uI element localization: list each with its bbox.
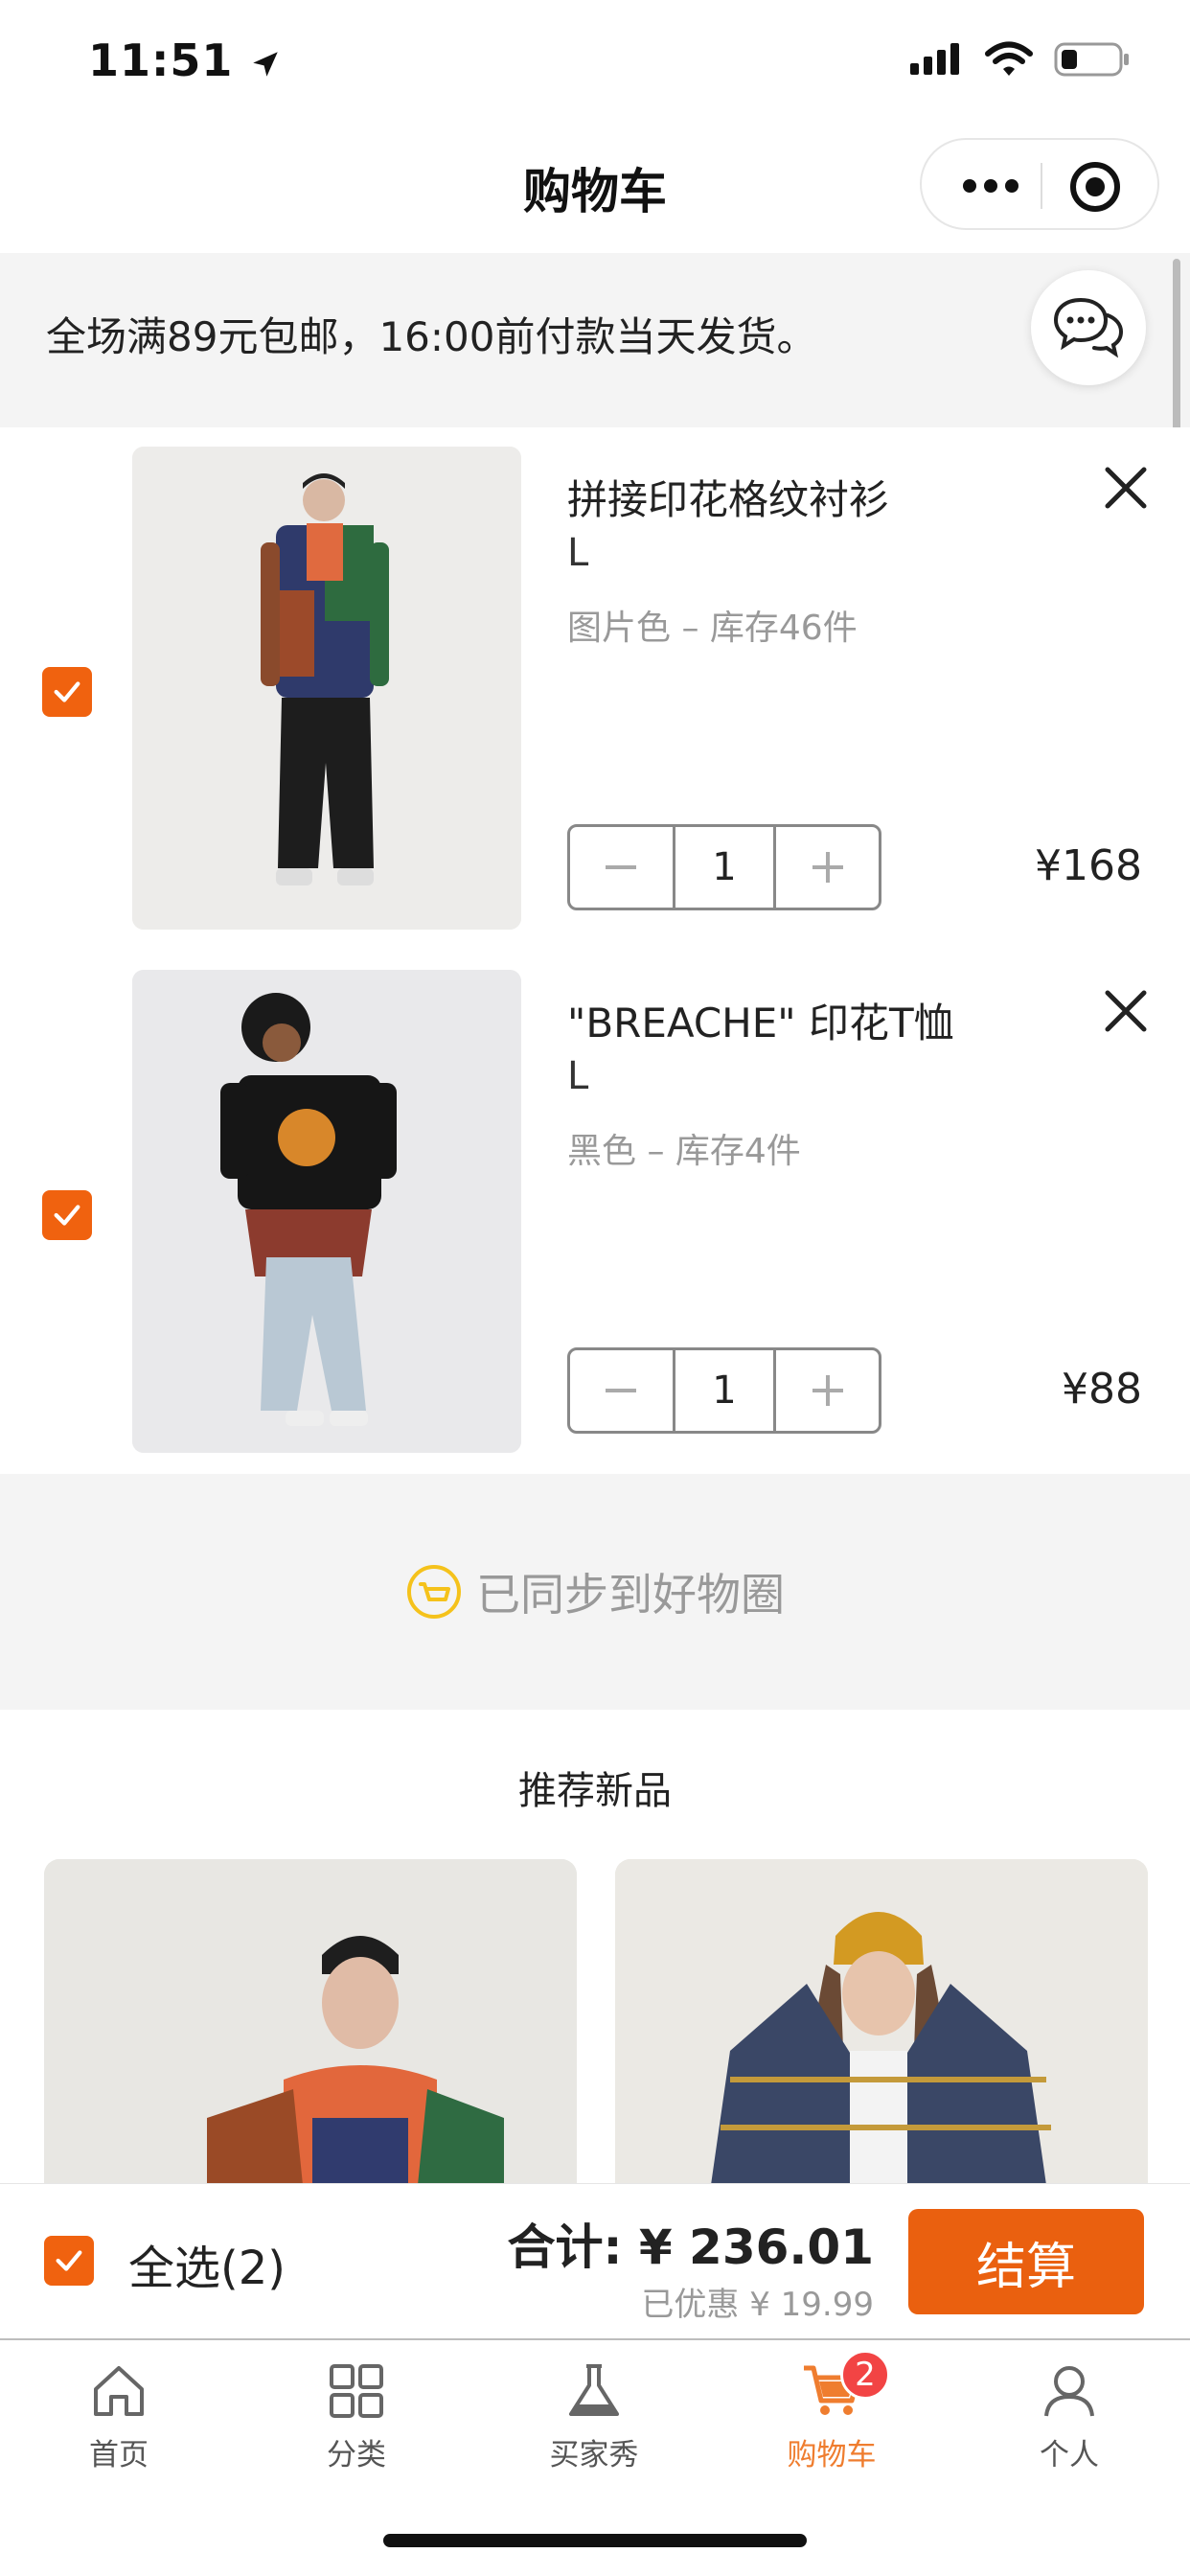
recommend-title: 推荐新品 (518, 1769, 672, 1813)
home-icon (85, 2358, 152, 2425)
recommend-product-card[interactable] (615, 1859, 1148, 2185)
more-dot-icon (984, 179, 997, 193)
cart-icon: 2 (798, 2350, 890, 2425)
good-things-circle-icon (407, 1565, 461, 1619)
quantity-value[interactable]: 1 (672, 827, 777, 908)
wifi-icon (985, 41, 1033, 76)
status-time: 11:51 (88, 34, 282, 86)
total-price: 合计: ¥ 236.01 (507, 2220, 874, 2275)
item-spec: 黑色 – 库存4件 (567, 1132, 801, 1171)
tab-label: 分类 (327, 2438, 386, 2472)
checkmark-icon (56, 2250, 82, 2271)
notice-text: 全场满89元包邮，16:00前付款当天发货。 (46, 313, 817, 360)
sync-banner: 已同步到好物圈 (0, 1474, 1190, 1710)
cellular-signal-icon (910, 43, 959, 75)
user-icon (1036, 2358, 1103, 2425)
close-icon (1105, 467, 1147, 509)
plus-icon (812, 1375, 843, 1406)
sync-row[interactable]: 已同步到好物圈 (0, 1560, 1190, 1623)
tiger-tee-figure-image (132, 970, 521, 1453)
close-miniprogram-icon[interactable] (1070, 162, 1120, 212)
recommend-product-card[interactable] (44, 1859, 577, 2185)
flask-icon (561, 2358, 628, 2425)
battery-icon (1054, 42, 1129, 77)
increase-button[interactable] (776, 827, 879, 908)
man-beanie-image (44, 1859, 577, 2185)
item-price: ¥168 (1035, 841, 1142, 890)
tab-category[interactable]: 分类 (238, 2358, 475, 2482)
grid-icon (323, 2358, 390, 2425)
cart-item: 拼接印花格纹衬衫 L 图片色 – 库存46件 1 ¥168 (0, 427, 1190, 951)
customer-service-button[interactable] (1031, 270, 1146, 385)
item-checkbox[interactable] (42, 667, 92, 717)
minus-icon (606, 865, 637, 869)
increase-button[interactable] (776, 1350, 879, 1431)
status-time-text: 11:51 (88, 34, 234, 86)
home-indicator[interactable] (383, 2534, 807, 2547)
tab-label: 个人 (1040, 2438, 1099, 2472)
status-bar: 11:51 (0, 0, 1190, 126)
decrease-button[interactable] (570, 1350, 673, 1431)
cart-count-badge: 2 (840, 2350, 890, 2400)
sync-text: 已同步到好物圈 (476, 1569, 785, 1621)
item-price: ¥88 (1062, 1365, 1142, 1414)
cart-item: "BREACHE" 印花T恤 L 黑色 – 库存4件 1 ¥88 (0, 951, 1190, 1474)
tab-home[interactable]: 首页 (0, 2358, 238, 2482)
item-size: L (567, 531, 589, 575)
tab-label: 首页 (89, 2438, 149, 2472)
item-checkbox[interactable] (42, 1190, 92, 1240)
notice-banner: 全场满89元包邮，16:00前付款当天发货。 (0, 253, 1190, 427)
miniprogram-capsule (920, 138, 1159, 230)
product-image[interactable] (132, 970, 521, 1453)
tab-cart[interactable]: 2 购物车 (713, 2350, 950, 2482)
checkmark-icon (54, 1205, 80, 1226)
item-name[interactable]: "BREACHE" 印花T恤 (567, 991, 954, 1049)
more-dot-icon (963, 179, 976, 193)
tab-profile[interactable]: 个人 (950, 2358, 1188, 2482)
location-arrow-icon (253, 51, 279, 77)
close-icon (1105, 990, 1147, 1032)
woman-yellow-beanie-image (615, 1859, 1148, 2185)
quantity-stepper: 1 (567, 1347, 881, 1434)
checkmark-icon (54, 681, 80, 702)
nav-bar: 购物车 (0, 126, 1190, 253)
more-dot-icon (1005, 179, 1018, 193)
chat-bubbles-icon (1053, 297, 1124, 358)
checkout-bar: 全选(2) 合计: ¥ 236.01 已优惠 ¥ 19.99 结算 (0, 2183, 1190, 2338)
plaid-shirt-figure-image (132, 447, 521, 930)
remove-item-button[interactable] (1100, 462, 1152, 514)
quantity-stepper: 1 (567, 824, 881, 910)
more-options-button[interactable] (943, 140, 1039, 232)
tab-buyer-show[interactable]: 买家秀 (475, 2358, 713, 2482)
item-size: L (567, 1054, 589, 1098)
checkout-button[interactable]: 结算 (908, 2209, 1144, 2314)
select-all-checkbox[interactable] (44, 2236, 94, 2286)
remove-item-button[interactable] (1100, 985, 1152, 1037)
tab-label: 购物车 (787, 2438, 877, 2472)
plus-icon (812, 852, 843, 883)
quantity-value[interactable]: 1 (672, 1350, 777, 1431)
select-all-label[interactable]: 全选(2) (128, 2230, 286, 2297)
capsule-divider (1041, 163, 1042, 209)
decrease-button[interactable] (570, 827, 673, 908)
tab-label: 买家秀 (549, 2438, 639, 2472)
minus-icon (606, 1389, 637, 1392)
status-indicators (910, 40, 1131, 79)
product-image[interactable] (132, 447, 521, 930)
item-spec: 图片色 – 库存46件 (567, 609, 858, 648)
discount-text: 已优惠 ¥ 19.99 (641, 2286, 874, 2324)
item-name[interactable]: 拼接印花格纹衬衫 (567, 468, 889, 526)
